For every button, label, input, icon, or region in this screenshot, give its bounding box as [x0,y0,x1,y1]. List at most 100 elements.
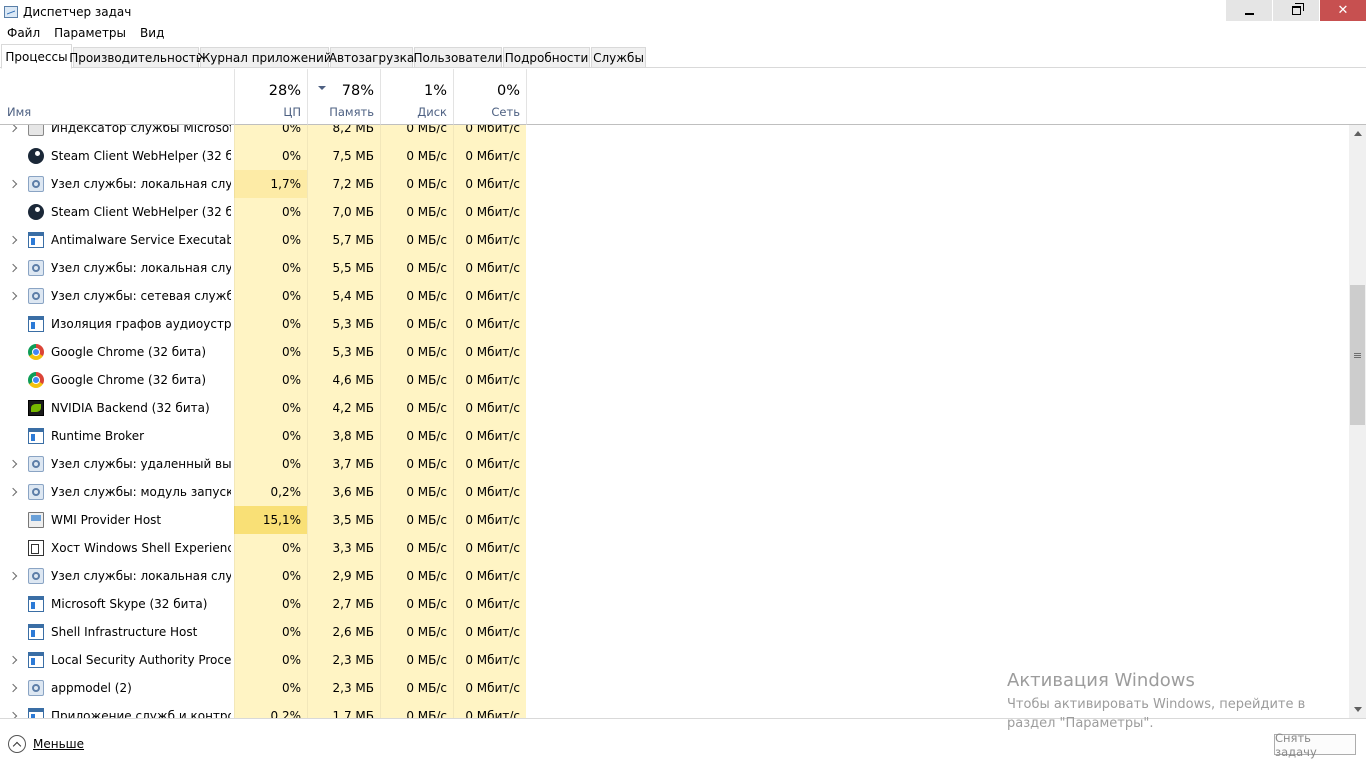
expand-toggle [0,590,26,618]
process-name: Узел службы: удаленный выз... [51,457,231,471]
process-row[interactable]: WMI Provider Host 15,1% 3,5 МБ 0 МБ/с 0 Мбит… [0,506,1349,534]
chevron-right-icon [8,683,18,693]
tab-details[interactable]: Подробности [503,47,590,68]
expand-toggle[interactable] [0,282,26,310]
process-row[interactable]: Хост Windows Shell Experience 0% 3,3 МБ 0 М… [0,534,1349,562]
window-icon [28,428,44,444]
process-row[interactable]: Steam Client WebHelper (32 би...0%7,5 МБ… [0,142,1349,170]
column-header-cpu[interactable]: 28% ЦП [234,69,307,125]
chrome-icon [28,344,44,360]
process-network: 0 Мбит/с [453,646,526,674]
expand-toggle[interactable] [0,226,26,254]
process-row[interactable]: Узел службы: локальная служ...0%5,5 МБ0 … [0,254,1349,282]
gear-icon [28,456,44,472]
process-row[interactable]: Google Chrome (32 бита) 0% 4,6 МБ 0 МБ/с 0 М… [0,366,1349,394]
tab-app-history[interactable]: Журнал приложений [197,47,332,68]
process-name: Steam Client WebHelper (32 би... [51,149,231,163]
process-row[interactable]: Local Security Authority Proces... 0% 2,3 … [0,646,1349,674]
process-row[interactable]: Приложение служб и контро... 0,2% 1,7 МБ 0 … [0,702,1349,718]
process-row[interactable]: Runtime Broker 0% 3,8 МБ 0 МБ/с 0 Мбит/с [0,422,1349,450]
sort-desc-icon [318,86,326,90]
expand-toggle[interactable] [0,702,26,718]
process-row[interactable]: Google Chrome (32 бита) 0% 5,3 МБ 0 МБ/с 0 М… [0,338,1349,366]
process-row[interactable]: Узел службы: удаленный выз... 0% 3,7 МБ 0 М… [0,450,1349,478]
process-network: 0 Мбит/с [453,702,526,718]
process-row[interactable]: Узел службы: сетевая служба ...0%5,4 МБ0… [0,282,1349,310]
process-row[interactable]: NVIDIA Backend (32 бита) 0% 4,2 МБ 0 МБ/с 0 … [0,394,1349,422]
process-row[interactable]: Узел службы: локальная служ...0%2,9 МБ0 … [0,562,1349,590]
process-network: 0 Мбит/с [453,618,526,646]
end-task-button[interactable]: Снять задачу [1274,731,1356,759]
expand-toggle[interactable] [0,674,26,702]
expand-toggle[interactable] [0,450,26,478]
wmi-icon [28,512,44,528]
tab-services[interactable]: Службы [591,47,646,68]
expand-toggle[interactable] [0,125,26,142]
process-row[interactable]: appmodel (2) 0% 2,3 МБ 0 МБ/с 0 Мбит/с [0,674,1349,702]
column-header-network[interactable]: 0% Сеть [453,69,526,125]
process-name: Изоляция графов аудиоустро... [51,317,231,331]
process-network: 0 Мбит/с [453,125,526,142]
process-row[interactable]: Узел службы: локальная служ...1,7%7,2 МБ… [0,170,1349,198]
process-row[interactable]: Изоляция графов аудиоустро... 0% 5,3 МБ 0 М… [0,310,1349,338]
process-network: 0 Мбит/с [453,254,526,282]
chevron-right-icon [8,571,18,581]
scroll-up-button[interactable] [1349,125,1366,142]
process-name: Приложение служб и контро... [51,709,231,718]
window-icon [28,316,44,332]
menu-file[interactable]: Файл [0,26,47,40]
minimize-button[interactable] [1226,0,1272,21]
process-memory: 3,5 МБ [307,506,380,534]
close-button[interactable]: ✕ [1320,0,1366,21]
process-network: 0 Мбит/с [453,674,526,702]
process-network: 0 Мбит/с [453,366,526,394]
tab-startup[interactable]: Автозагрузка [329,47,414,68]
expand-toggle[interactable] [0,562,26,590]
menu-view[interactable]: Вид [133,26,171,40]
expand-toggle[interactable] [0,478,26,506]
network-label: Сеть [491,105,520,119]
restore-button[interactable] [1273,0,1319,21]
process-memory: 7,5 МБ [307,142,380,170]
process-disk: 0 МБ/с [380,282,453,310]
column-header-memory[interactable]: 78% Память [307,69,380,125]
process-memory: 3,3 МБ [307,534,380,562]
process-cpu: 0% [234,590,307,618]
process-memory: 4,2 МБ [307,394,380,422]
process-cpu: 0% [234,282,307,310]
menu-options[interactable]: Параметры [47,26,133,40]
process-row[interactable]: Индексатор службы Microsoft... 0% 8,2 МБ 0 … [0,125,1349,142]
window-icon [28,652,44,668]
expand-toggle [0,506,26,534]
chevron-right-icon [8,459,18,469]
process-memory: 7,0 МБ [307,198,380,226]
process-row[interactable]: Shell Infrastructure Host 0% 2,6 МБ 0 МБ/с 0… [0,618,1349,646]
process-row[interactable]: Antimalware Service Executable 0% 5,7 МБ 0 … [0,226,1349,254]
memory-total: 78% [341,83,374,99]
gear-icon [28,484,44,500]
process-disk: 0 МБ/с [380,674,453,702]
expand-toggle[interactable] [0,254,26,282]
cpu-total: 28% [268,83,301,99]
process-row[interactable]: Steam Client WebHelper (32 би...0%7,0 МБ… [0,198,1349,226]
menu-bar: Файл Параметры Вид [0,23,1366,43]
column-header-name[interactable]: Имя [0,69,234,125]
process-network: 0 Мбит/с [453,142,526,170]
process-row[interactable]: Microsoft Skype (32 бита) 0% 2,7 МБ 0 МБ/с 0… [0,590,1349,618]
expand-toggle[interactable] [0,646,26,674]
column-header-disk[interactable]: 1% Диск [380,69,453,125]
fewer-details-button[interactable]: Меньше [8,735,84,753]
process-name: Google Chrome (32 бита) [51,373,207,387]
tab-users[interactable]: Пользователи [413,47,503,68]
arrow-down-icon [1353,707,1362,712]
grip-icon [1354,352,1361,358]
tab-processes[interactable]: Процессы [1,44,72,69]
tab-performance[interactable]: Производительность [69,47,203,68]
scroll-down-button[interactable] [1349,701,1366,718]
expand-toggle[interactable] [0,170,26,198]
process-row[interactable]: Узел службы: модуль запуска ...0,2%3,6 М… [0,478,1349,506]
vertical-scrollbar[interactable] [1349,125,1366,718]
expand-toggle [0,338,26,366]
scroll-thumb[interactable] [1350,285,1365,425]
window-controls: ✕ [1225,0,1366,23]
